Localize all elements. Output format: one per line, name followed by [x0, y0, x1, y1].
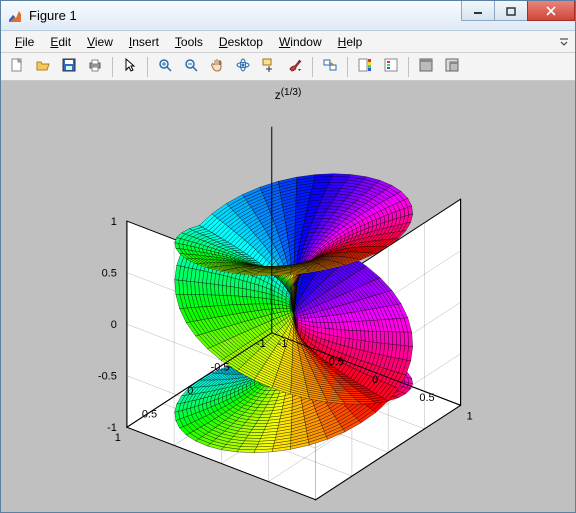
svg-text:-0.5: -0.5 [325, 356, 344, 368]
menu-edit[interactable]: Edit [42, 33, 79, 51]
surface [175, 174, 413, 453]
hide-tools-icon [418, 57, 434, 76]
pan-icon [209, 57, 225, 76]
toolbar-separator [147, 57, 148, 77]
legend-icon [383, 57, 399, 76]
menu-window[interactable]: Window [271, 33, 330, 51]
axes-3d[interactable]: -1-0.500.51-1-0.500.51-1-0.500.51z(1/3) [1, 81, 575, 511]
brush-button[interactable] [283, 56, 307, 78]
svg-text:0.5: 0.5 [102, 268, 117, 280]
plot-title: z(1/3) [275, 87, 302, 102]
pointer-button[interactable] [118, 56, 142, 78]
pan-button[interactable] [205, 56, 229, 78]
svg-text:0.5: 0.5 [419, 392, 434, 404]
plot-area[interactable]: -1-0.500.51-1-0.500.51-1-0.500.51z(1/3) [1, 81, 575, 512]
menu-insert[interactable]: Insert [121, 33, 167, 51]
colorbar-icon [357, 57, 373, 76]
dock-button[interactable] [440, 56, 464, 78]
pointer-icon [122, 57, 138, 76]
titlebar[interactable]: Figure 1 [1, 1, 575, 31]
svg-text:0: 0 [111, 319, 117, 331]
toolbar-separator [312, 57, 313, 77]
maximize-button[interactable] [494, 1, 528, 21]
svg-text:0: 0 [372, 374, 378, 386]
svg-text:1: 1 [111, 216, 117, 228]
svg-text:-0.5: -0.5 [98, 371, 117, 383]
menu-file[interactable]: File [7, 33, 42, 51]
hide-tools-button[interactable] [414, 56, 438, 78]
data-cursor-button[interactable] [257, 56, 281, 78]
window-title: Figure 1 [29, 8, 77, 23]
toolbar-separator [112, 57, 113, 77]
menu-desktop[interactable]: Desktop [211, 33, 271, 51]
svg-text:-1: -1 [278, 338, 288, 350]
minimize-button[interactable] [461, 1, 495, 21]
menu-tools[interactable]: Tools [167, 33, 211, 51]
zoom-in-button[interactable] [153, 56, 177, 78]
toolbar [1, 53, 575, 81]
open-file-button[interactable] [31, 56, 55, 78]
svg-text:1: 1 [467, 410, 473, 422]
colorbar-button[interactable] [353, 56, 377, 78]
window-buttons [462, 1, 575, 21]
dock-icon [444, 57, 460, 76]
toolbar-separator [408, 57, 409, 77]
print-button[interactable] [83, 56, 107, 78]
zoom-out-icon [183, 57, 199, 76]
menubar: FileEditViewInsertToolsDesktopWindowHelp [1, 31, 575, 53]
new-file-button[interactable] [5, 56, 29, 78]
link-plot-button[interactable] [318, 56, 342, 78]
svg-text:-0.5: -0.5 [211, 361, 230, 373]
save-button[interactable] [57, 56, 81, 78]
svg-text:-1: -1 [256, 338, 266, 350]
data-cursor-icon [261, 57, 277, 76]
link-plot-icon [322, 57, 338, 76]
menu-view[interactable]: View [79, 33, 121, 51]
legend-button[interactable] [379, 56, 403, 78]
svg-text:1: 1 [115, 432, 121, 444]
brush-icon [287, 57, 303, 76]
zoom-in-icon [157, 57, 173, 76]
matlab-icon [7, 8, 23, 24]
open-file-icon [35, 57, 51, 76]
rotate-3d-button[interactable] [231, 56, 255, 78]
new-file-icon [9, 57, 25, 76]
figure-window: Figure 1 FileEditViewInsertToolsDesktopW… [0, 0, 576, 513]
svg-text:0.5: 0.5 [142, 409, 157, 421]
menubar-overflow-icon[interactable] [559, 35, 569, 50]
menu-help[interactable]: Help [330, 33, 371, 51]
print-icon [87, 57, 103, 76]
svg-text:0: 0 [187, 385, 193, 397]
save-icon [61, 57, 77, 76]
zoom-out-button[interactable] [179, 56, 203, 78]
close-button[interactable] [527, 1, 575, 21]
rotate-3d-icon [235, 57, 251, 76]
toolbar-separator [347, 57, 348, 77]
